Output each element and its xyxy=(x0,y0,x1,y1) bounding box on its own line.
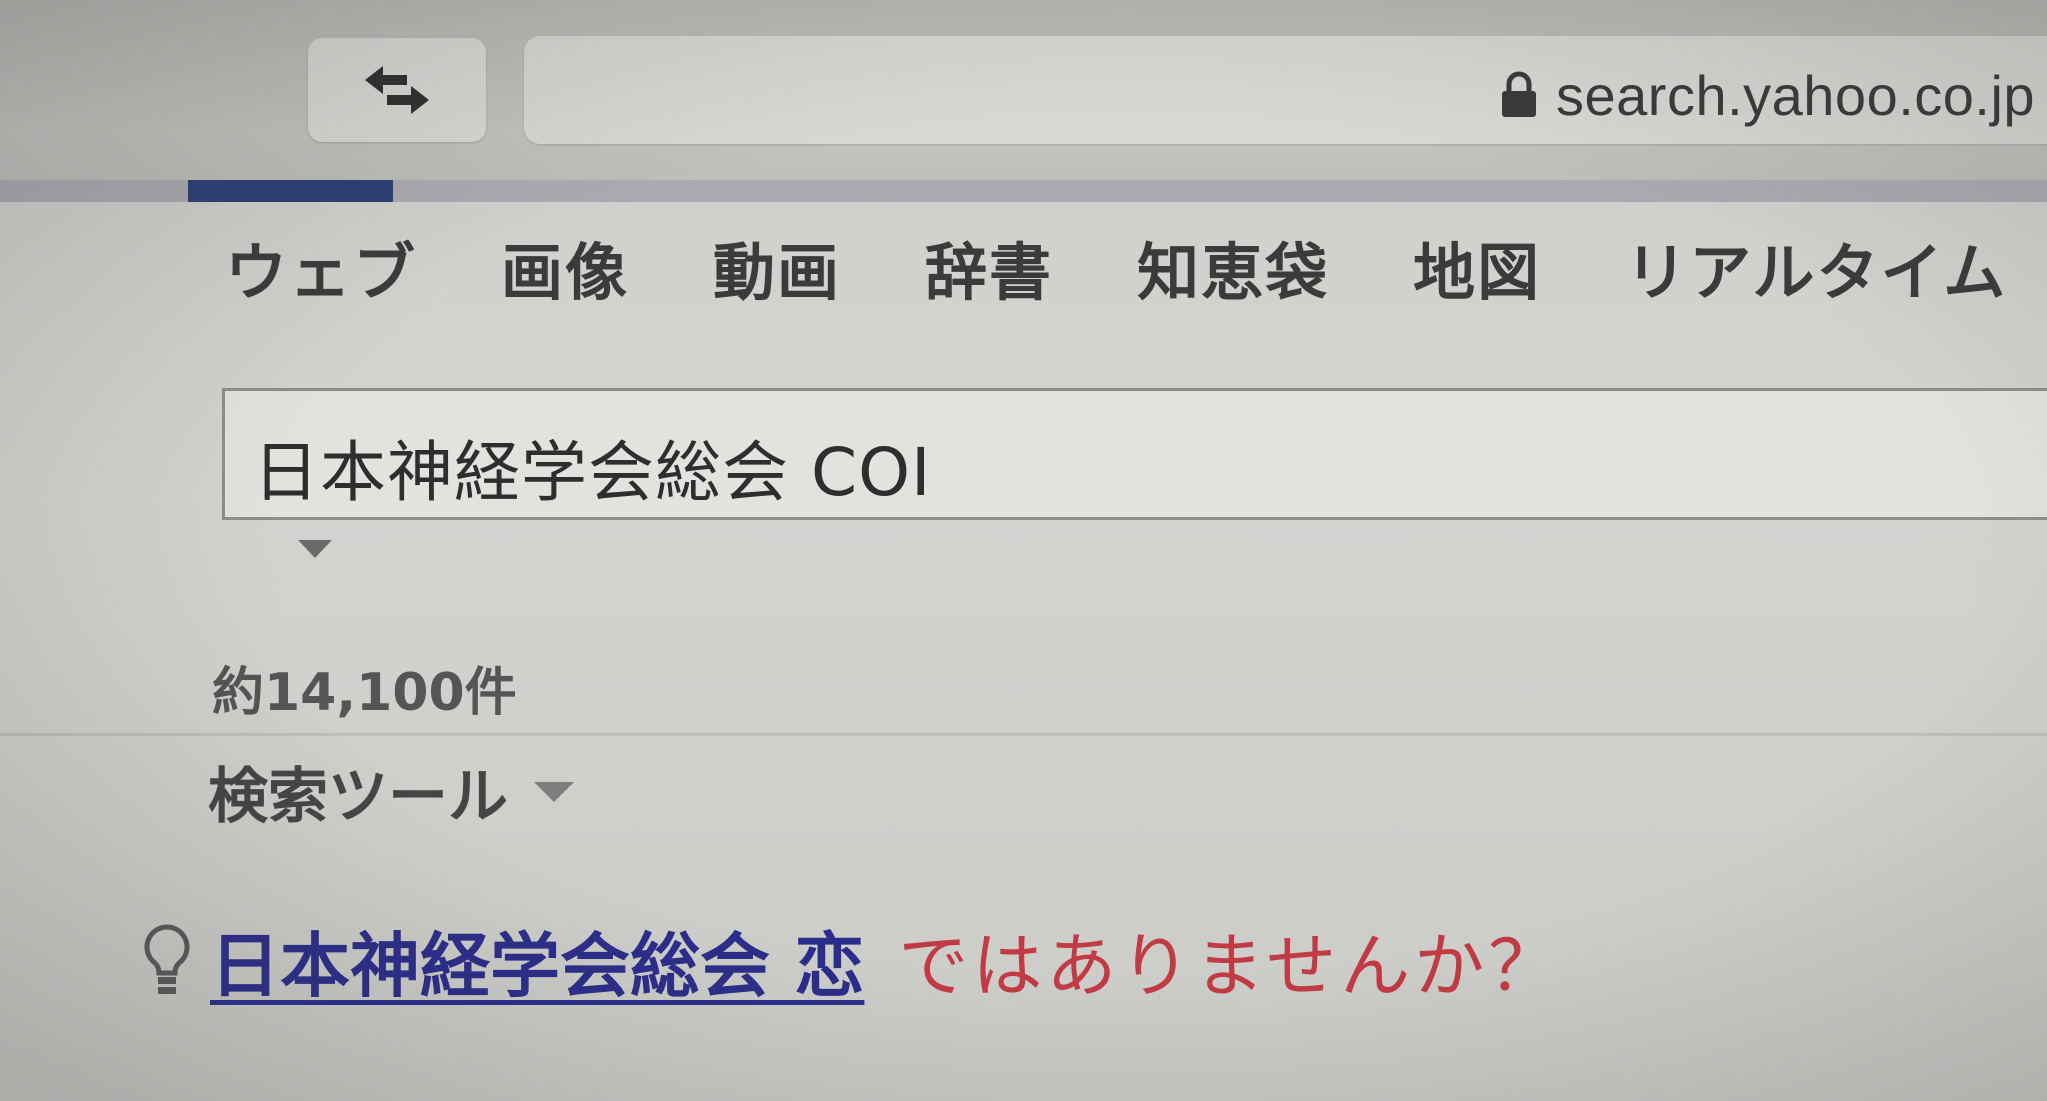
tab-switch-icon xyxy=(365,66,429,114)
url-display[interactable]: search.yahoo.co.jp xyxy=(1500,60,2035,130)
search-tools-button[interactable]: 検索ツール xyxy=(208,748,576,835)
chevron-down-icon xyxy=(534,781,574,802)
divider xyxy=(0,733,2047,736)
result-count: 約14,100件 xyxy=(212,663,517,723)
search-assist-toggle-icon[interactable] xyxy=(298,538,332,560)
tab-map[interactable]: 地図 xyxy=(1413,222,1541,312)
search-query-text: 日本神経学会総会 COI xyxy=(253,434,932,511)
tab-chiebukuro[interactable]: 知恵袋 xyxy=(1137,222,1329,312)
page-load-progress-fill xyxy=(188,180,393,202)
tab-images[interactable]: 画像 xyxy=(501,222,629,312)
screen: search.yahoo.co.jp ウェブ 画像 動画 辞書 知恵袋 地図 リ… xyxy=(0,0,2047,1101)
tab-realtime[interactable]: リアルタイム xyxy=(1625,222,2007,312)
search-tools-label: 検索ツール xyxy=(208,762,508,832)
tab-dictionary[interactable]: 辞書 xyxy=(925,222,1053,312)
tab-web[interactable]: ウェブ xyxy=(225,222,417,312)
tab-switch-button[interactable] xyxy=(308,38,486,142)
did-you-mean: 日本神経学会総会 恋 ではありませんか？ xyxy=(140,910,1562,1011)
browser-toolbar: search.yahoo.co.jp xyxy=(0,0,2047,188)
url-text: search.yahoo.co.jp xyxy=(1556,63,2036,127)
search-input[interactable]: 日本神経学会総会 COI xyxy=(222,388,2047,520)
suggestion-link[interactable]: 日本神経学会総会 恋 xyxy=(210,910,864,1011)
suggestion-text: ではありませんか？ xyxy=(898,925,1563,1007)
tab-video[interactable]: 動画 xyxy=(713,222,841,312)
search-vertical-tabs: ウェブ 画像 動画 辞書 知恵袋 地図 リアルタイム ・ xyxy=(225,222,2047,312)
lightbulb-icon xyxy=(144,923,190,994)
lock-icon xyxy=(1502,71,1536,117)
